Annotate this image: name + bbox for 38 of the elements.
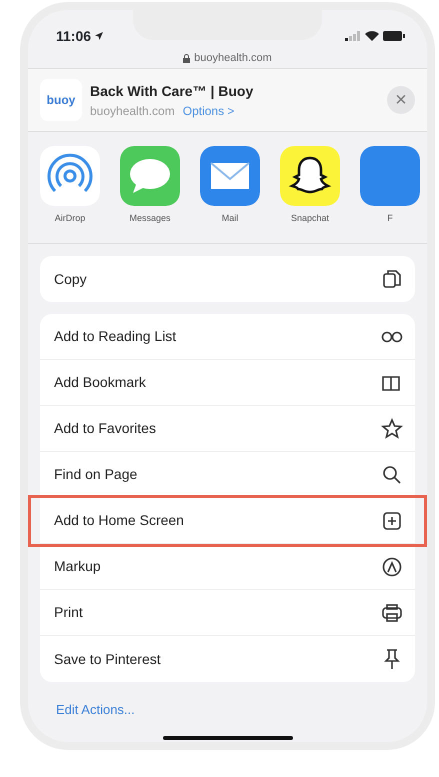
action-row[interactable]: Add Bookmark xyxy=(40,360,415,406)
action-row[interactable]: Add to Reading List xyxy=(40,314,415,360)
page-domain: buoyhealth.com xyxy=(90,102,175,120)
airdrop-icon[interactable] xyxy=(40,146,100,206)
url-text: buoyhealth.com xyxy=(194,50,272,66)
app-label: Mail xyxy=(222,212,238,225)
edit-actions-link[interactable]: Edit Actions... xyxy=(28,682,427,720)
action-row[interactable]: Add to Home Screen xyxy=(31,498,424,544)
action-row[interactable]: Find on Page xyxy=(40,452,415,498)
star-icon xyxy=(381,418,403,440)
search-icon xyxy=(381,464,403,486)
app-label: F xyxy=(387,212,393,225)
app-icon[interactable] xyxy=(360,146,420,206)
location-icon xyxy=(95,32,104,40)
close-button[interactable]: × xyxy=(387,86,415,114)
app-label: Snapchat xyxy=(290,212,330,225)
battery-icon xyxy=(383,31,405,41)
action-row[interactable]: Print xyxy=(40,590,415,636)
plus-square-icon xyxy=(381,510,403,532)
printer-icon xyxy=(381,602,403,624)
action-row[interactable]: Save to Pinterest xyxy=(40,636,415,682)
action-row[interactable]: Add to Favorites xyxy=(40,406,415,452)
action-row[interactable]: Markup xyxy=(40,544,415,590)
app-label: Messages xyxy=(129,212,171,225)
messages-icon[interactable] xyxy=(120,146,180,206)
copy-icon xyxy=(381,268,403,290)
status-time: 11:06 xyxy=(56,26,92,46)
signal-icon xyxy=(345,31,361,41)
mail-icon[interactable] xyxy=(200,146,260,206)
pushpin-icon xyxy=(381,648,403,670)
lock-icon xyxy=(183,54,190,62)
app-label: AirDrop xyxy=(54,212,86,225)
wifi-icon xyxy=(365,31,379,41)
markup-icon xyxy=(381,556,403,578)
page-title: Back With Care™ | Buoy xyxy=(90,82,254,102)
site-logo: buoy xyxy=(40,79,82,121)
action-row[interactable]: Copy xyxy=(40,256,415,302)
ghost-icon[interactable] xyxy=(280,146,340,206)
